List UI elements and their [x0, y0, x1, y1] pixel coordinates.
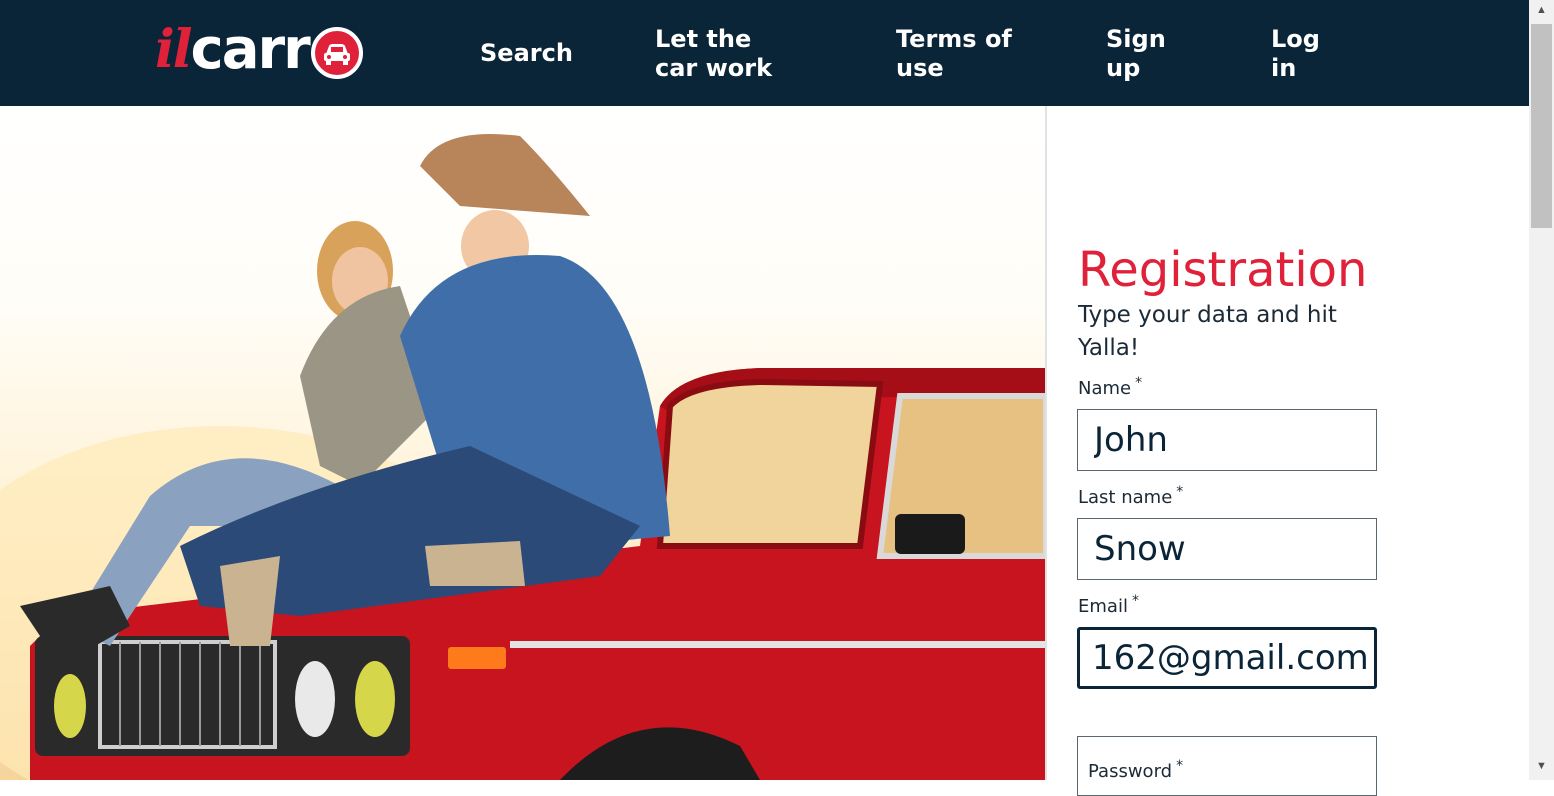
- required-mark: *: [1176, 484, 1184, 500]
- name-input[interactable]: [1077, 409, 1377, 471]
- logo-carr-text: carr: [190, 17, 311, 82]
- couple-on-red-car-illustration: [0, 134, 1046, 780]
- required-mark: *: [1131, 593, 1139, 609]
- required-mark: *: [1135, 375, 1143, 391]
- required-mark: *: [1176, 758, 1184, 774]
- registration-panel: Registration Type your data and hit Yall…: [1047, 106, 1529, 796]
- name-label: Name *: [1078, 375, 1143, 399]
- email-label: Email *: [1078, 593, 1139, 617]
- logo-il-text: il: [155, 19, 192, 80]
- top-navbar: il carr Search Let the car work Terms of…: [0, 0, 1529, 106]
- nav-log-in-link[interactable]: Log in: [1271, 25, 1331, 83]
- hero-image: [0, 106, 1046, 780]
- scroll-down-icon[interactable]: ▼: [1536, 760, 1547, 772]
- lastname-label-text: Last name: [1078, 487, 1173, 508]
- nav-terms-of-use-link[interactable]: Terms of use: [896, 25, 1016, 83]
- ilcarro-logo[interactable]: il carr: [155, 17, 363, 82]
- lastname-label: Last name *: [1078, 484, 1184, 508]
- registration-subtitle: Type your data and hit Yalla!: [1078, 302, 1337, 361]
- email-label-text: Email: [1078, 596, 1128, 617]
- password-label: Password *: [1088, 758, 1184, 782]
- nav-sign-up-link[interactable]: Sign up: [1106, 25, 1176, 83]
- password-label-text: Password: [1088, 761, 1173, 782]
- password-input[interactable]: Password *: [1077, 736, 1377, 796]
- car-logo-icon: [310, 27, 363, 79]
- registration-title: Registration: [1078, 242, 1368, 298]
- scrollbar-thumb[interactable]: [1531, 24, 1552, 228]
- nav-search-link[interactable]: Search: [480, 39, 573, 68]
- nav-let-the-car-work-link[interactable]: Let the car work: [655, 25, 795, 83]
- lastname-input[interactable]: [1077, 518, 1377, 580]
- email-input[interactable]: [1077, 627, 1377, 689]
- scroll-up-icon[interactable]: ▲: [1536, 4, 1547, 16]
- name-label-text: Name: [1078, 378, 1132, 399]
